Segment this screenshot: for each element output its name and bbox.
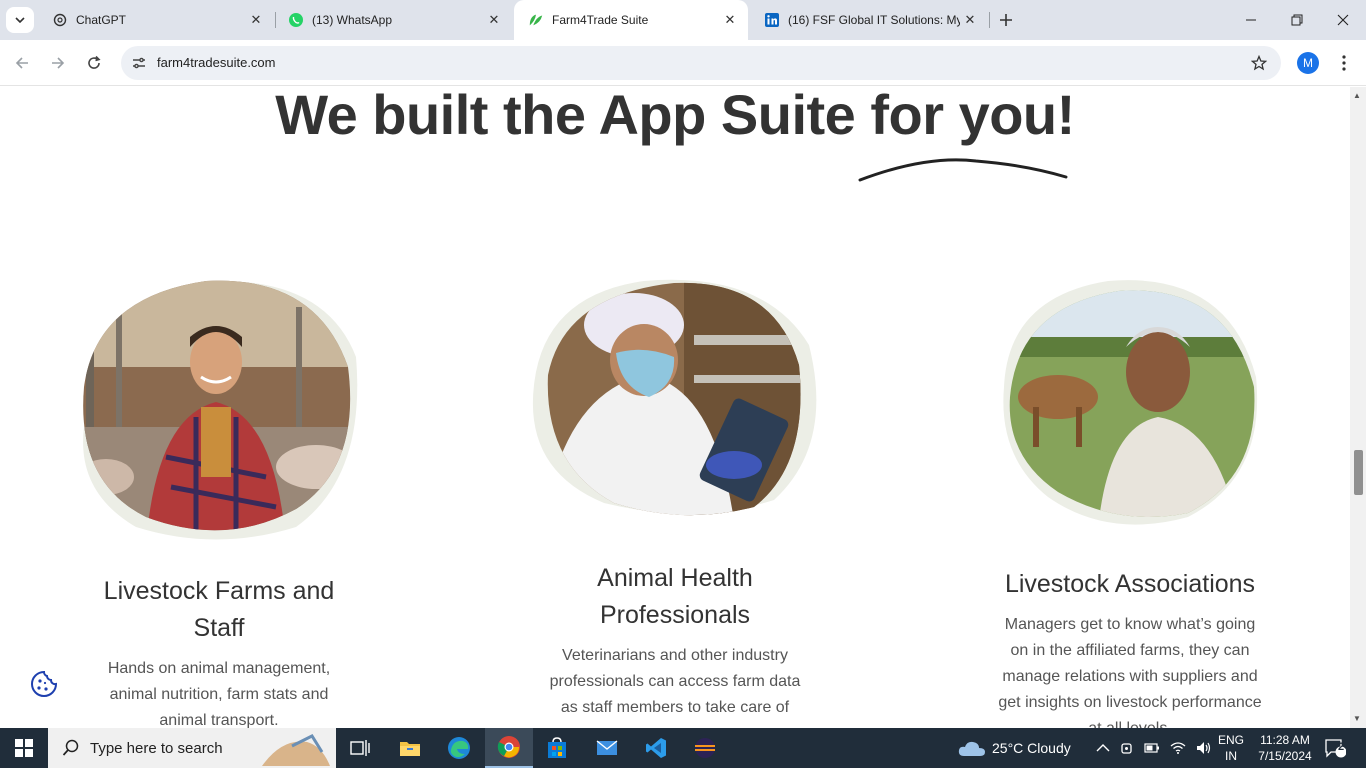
- arrow-left-icon: [15, 57, 28, 69]
- forward-button[interactable]: [44, 49, 72, 77]
- tab-title: Farm4Trade Suite: [552, 13, 649, 27]
- eclipse-button[interactable]: [681, 728, 729, 768]
- restore-button[interactable]: [1274, 0, 1320, 40]
- more-vertical-icon: [1342, 55, 1346, 71]
- task-view-icon: [350, 740, 370, 756]
- profile-avatar[interactable]: M: [1297, 52, 1319, 74]
- card-description-animal-health: Veterinarians and other industry profess…: [549, 647, 801, 716]
- reload-icon: [88, 55, 101, 69]
- tab-divider: [989, 12, 990, 28]
- weather-text: 25°C Cloudy: [992, 740, 1071, 756]
- wifi-icon[interactable]: [1170, 741, 1186, 755]
- tab-title: (16) FSF Global IT Solutions: My: [788, 13, 960, 27]
- scroll-up-arrow-icon[interactable]: ▲: [1353, 91, 1361, 100]
- mail-button[interactable]: [583, 728, 631, 768]
- vscode-icon: [646, 738, 666, 758]
- scrollbar-thumb[interactable]: [1354, 450, 1363, 495]
- card-title-associations: Livestock Associations: [1004, 570, 1256, 598]
- edge-browser-button[interactable]: [435, 728, 483, 768]
- tab-title: (13) WhatsApp: [312, 13, 393, 27]
- windows-taskbar: Type here to search 25°C Cloudy ENG IN 1…: [0, 728, 1366, 768]
- card-description-associations: Managers get to know what’s going on in …: [998, 616, 1262, 728]
- chevron-up-icon[interactable]: [1096, 743, 1110, 753]
- url-text[interactable]: farm4tradesuite.com: [157, 55, 276, 70]
- cloud-icon: [958, 741, 985, 756]
- file-explorer-button[interactable]: [386, 728, 434, 768]
- close-icon: [1337, 14, 1349, 26]
- web-page-viewport: We built the App Suite for you! Livestoc…: [0, 87, 1350, 728]
- chatgpt-icon: [52, 12, 68, 28]
- back-button[interactable]: [8, 49, 36, 77]
- start-button[interactable]: [0, 728, 48, 768]
- restore-icon: [1291, 14, 1303, 26]
- meet-now-icon[interactable]: [1120, 740, 1134, 756]
- microsoft-store-button[interactable]: [533, 728, 581, 768]
- farmer-photo: [83, 280, 358, 540]
- tab-farm4trade[interactable]: Farm4Trade Suite ✕: [514, 0, 748, 40]
- system-tray-icons: [1096, 728, 1212, 768]
- tab-title: ChatGPT: [76, 13, 127, 27]
- notification-count: 2: [1338, 741, 1345, 753]
- bookmark-star-icon[interactable]: [1249, 53, 1269, 73]
- cookie-settings-icon[interactable]: [30, 670, 58, 698]
- folder-icon: [400, 742, 420, 756]
- search-highlight-illustration: [262, 734, 330, 766]
- new-tab-button[interactable]: [994, 8, 1018, 32]
- taskbar-clock[interactable]: 11:28 AM 7/15/2024: [1252, 732, 1318, 764]
- scroll-down-arrow-icon[interactable]: ▼: [1353, 714, 1361, 723]
- search-icon: [62, 739, 79, 756]
- minimize-button[interactable]: [1228, 0, 1274, 40]
- close-tab-icon[interactable]: ✕: [720, 10, 740, 30]
- site-settings-icon[interactable]: [129, 53, 149, 73]
- notification-center-button[interactable]: 2: [1324, 728, 1346, 768]
- close-tab-icon[interactable]: ✕: [960, 10, 980, 30]
- arrow-right-icon: [52, 57, 65, 69]
- rancher-photo: [1003, 280, 1258, 525]
- plus-icon: [1000, 14, 1012, 26]
- close-tab-icon[interactable]: ✕: [484, 10, 504, 30]
- volume-icon[interactable]: [1196, 741, 1212, 755]
- underline-swoosh: [858, 158, 1068, 182]
- store-icon: [548, 737, 566, 758]
- tab-search-button[interactable]: [6, 7, 34, 33]
- browser-menu-button[interactable]: [1334, 51, 1354, 75]
- chrome-taskbar-button[interactable]: [485, 728, 533, 768]
- card-description-farms: Hands on animal management, animal nutri…: [107, 660, 331, 728]
- linkedin-icon: [764, 12, 780, 28]
- clock-date: 7/15/2024: [1258, 749, 1312, 763]
- address-bar[interactable]: farm4tradesuite.com: [121, 46, 1281, 80]
- close-tab-icon[interactable]: ✕: [246, 10, 266, 30]
- vscode-button[interactable]: [632, 728, 680, 768]
- taskbar-search-placeholder: Type here to search: [90, 739, 223, 757]
- chevron-down-icon: [15, 17, 25, 23]
- language-code: ENG: [1217, 733, 1244, 747]
- edge-icon: [448, 737, 470, 759]
- close-window-button[interactable]: [1320, 0, 1366, 40]
- region-code: IN: [1225, 749, 1237, 763]
- minimize-icon: [1246, 19, 1256, 21]
- chrome-icon: [497, 736, 520, 758]
- mail-icon: [596, 740, 618, 755]
- veterinarian-photo: [532, 279, 817, 516]
- clock-time: 11:28 AM: [1260, 733, 1310, 747]
- weather-widget[interactable]: 25°C Cloudy: [958, 728, 1071, 768]
- tab-whatsapp[interactable]: (13) WhatsApp ✕: [274, 0, 512, 40]
- taskbar-search-box[interactable]: Type here to search: [48, 728, 336, 768]
- card-title-farms: Livestock Farms and Staff: [103, 577, 335, 642]
- page-scrollbar[interactable]: ▲ ▼: [1350, 87, 1366, 728]
- farm4trade-leaf-icon: [528, 12, 544, 28]
- input-language-indicator[interactable]: ENG IN: [1216, 732, 1246, 764]
- reload-button[interactable]: [80, 49, 108, 77]
- card-title-animal-health: Animal Health Professionals: [597, 564, 753, 629]
- eclipse-icon: [695, 738, 715, 758]
- tab-linkedin[interactable]: (16) FSF Global IT Solutions: My ✕: [750, 0, 988, 40]
- browser-tab-strip: ChatGPT ✕ (13) WhatsApp ✕ Farm4Trade Sui…: [0, 0, 1366, 40]
- page-headline: We built the App Suite for you!: [275, 87, 1075, 146]
- browser-toolbar: farm4tradesuite.com: [0, 40, 1366, 86]
- whatsapp-icon: [288, 12, 304, 28]
- task-view-button[interactable]: [336, 728, 384, 768]
- battery-icon[interactable]: [1144, 742, 1160, 754]
- windows-logo-icon: [15, 739, 33, 757]
- tab-chatgpt[interactable]: ChatGPT ✕: [38, 0, 274, 40]
